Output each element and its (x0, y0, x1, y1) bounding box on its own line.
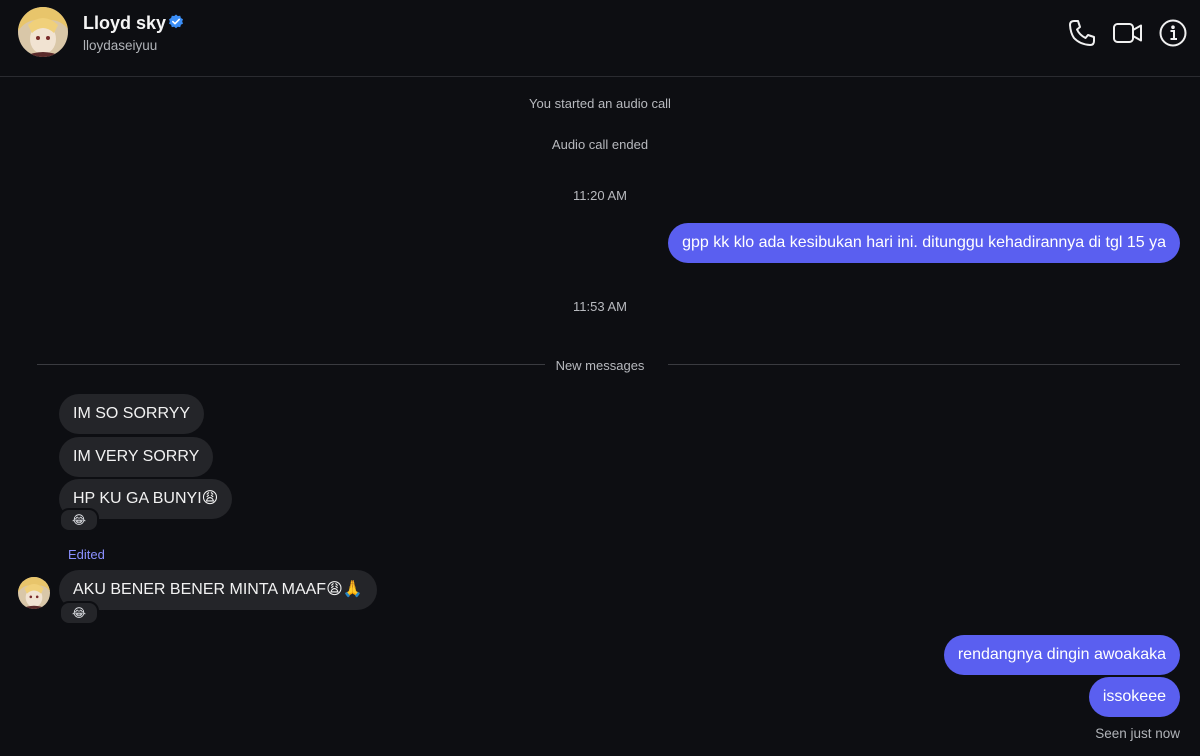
divider-line (668, 364, 1180, 365)
avatar[interactable] (18, 577, 50, 609)
incoming-message[interactable]: IM VERY SORRY (59, 437, 214, 477)
seen-status: Seen just now (1095, 726, 1180, 741)
info-icon[interactable] (1158, 18, 1188, 48)
new-messages-label: New messages (555, 358, 645, 373)
timestamp: 11:20 AM (573, 188, 627, 203)
reaction-badge[interactable]: 😂 (59, 508, 99, 532)
contact-handle: lloydaseiyuu (83, 38, 158, 53)
outgoing-message[interactable]: rendangnya dingin awoakaka (943, 635, 1180, 675)
timestamp: 11:53 AM (573, 299, 627, 314)
reaction-badge[interactable]: 😂 (59, 601, 99, 625)
incoming-message[interactable]: IM SO SORRYY (59, 394, 205, 434)
chat-header: Lloyd sky lloydaseiyuu (0, 0, 1200, 77)
video-camera-icon[interactable] (1112, 18, 1142, 48)
outgoing-message[interactable]: gpp kk klo ada kesibukan hari ini. ditun… (668, 223, 1180, 263)
outgoing-message[interactable]: issokeee (1088, 677, 1180, 717)
edited-label: Edited (68, 547, 105, 562)
incoming-message[interactable]: AKU BENER BENER MINTA MAAF😩🙏 (59, 570, 377, 610)
system-event: You started an audio call (529, 96, 671, 111)
contact-name: Lloyd sky (83, 13, 167, 33)
phone-icon[interactable] (1067, 18, 1097, 48)
avatar[interactable] (18, 7, 68, 57)
system-event: Audio call ended (551, 137, 649, 152)
verified-badge-icon (168, 14, 184, 35)
